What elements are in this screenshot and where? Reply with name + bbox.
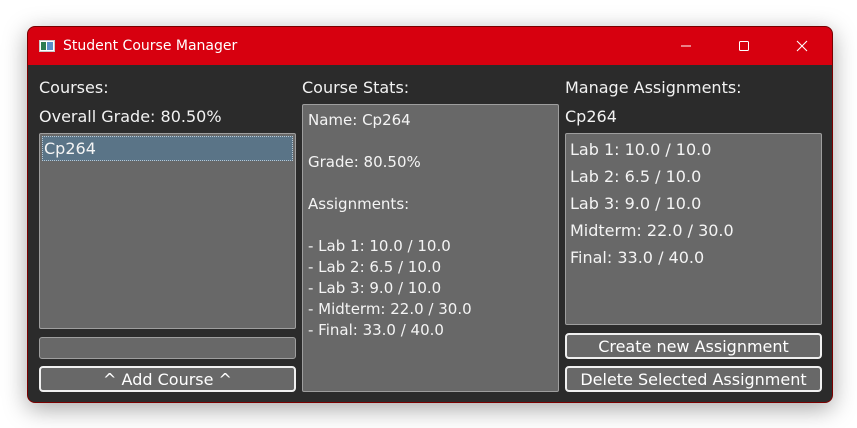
overall-grade-label: Overall Grade: 80.50% <box>39 107 222 126</box>
minimize-button[interactable] <box>657 27 715 65</box>
course-stats-box: Name: Cp264 Grade: 80.50% Assignments: -… <box>302 104 559 392</box>
stats-line: - Lab 1: 10.0 / 10.0 <box>308 237 451 255</box>
manage-assignments-heading: Manage Assignments: <box>565 78 742 97</box>
stats-line <box>308 215 558 236</box>
close-icon <box>796 40 808 52</box>
maximize-icon <box>739 41 749 51</box>
list-item[interactable]: Cp264 <box>42 136 293 161</box>
stats-line: - Midterm: 22.0 / 30.0 <box>308 300 472 318</box>
add-course-button[interactable]: ^ Add Course ^ <box>39 366 296 392</box>
create-assignment-button[interactable]: Create new Assignment <box>565 333 822 359</box>
minimize-icon <box>681 45 691 47</box>
app-window: Student Course Manager Courses: Overall … <box>27 26 833 403</box>
stats-line: - Lab 2: 6.5 / 10.0 <box>308 258 442 276</box>
list-item[interactable]: Lab 2: 6.5 / 10.0 <box>566 163 821 190</box>
delete-assignment-button[interactable]: Delete Selected Assignment <box>565 366 822 392</box>
stats-line: Grade: 80.50% <box>308 153 421 171</box>
selected-course-label: Cp264 <box>565 107 617 126</box>
courses-list[interactable]: Cp264 <box>39 133 296 329</box>
close-button[interactable] <box>773 27 831 65</box>
maximize-button[interactable] <box>715 27 773 65</box>
list-item[interactable]: Midterm: 22.0 / 30.0 <box>566 217 821 244</box>
window-title: Student Course Manager <box>63 38 238 54</box>
course-stats-heading: Course Stats: <box>302 78 410 97</box>
course-name-input[interactable] <box>39 337 296 359</box>
app-icon <box>39 40 55 52</box>
stats-line: - Lab 3: 9.0 / 10.0 <box>308 279 442 297</box>
stats-line: Name: Cp264 <box>308 111 411 129</box>
stats-line: - Final: 33.0 / 40.0 <box>308 321 444 339</box>
stats-line: Assignments: <box>308 195 410 213</box>
stats-line <box>308 173 558 194</box>
list-item[interactable]: Lab 3: 9.0 / 10.0 <box>566 190 821 217</box>
title-bar[interactable]: Student Course Manager <box>28 27 832 65</box>
list-item[interactable]: Final: 33.0 / 40.0 <box>566 244 821 271</box>
list-item[interactable]: Lab 1: 10.0 / 10.0 <box>566 136 821 163</box>
courses-heading: Courses: <box>39 78 109 97</box>
stats-line <box>308 131 558 152</box>
assignments-list[interactable]: Lab 1: 10.0 / 10.0 Lab 2: 6.5 / 10.0 Lab… <box>565 133 822 325</box>
